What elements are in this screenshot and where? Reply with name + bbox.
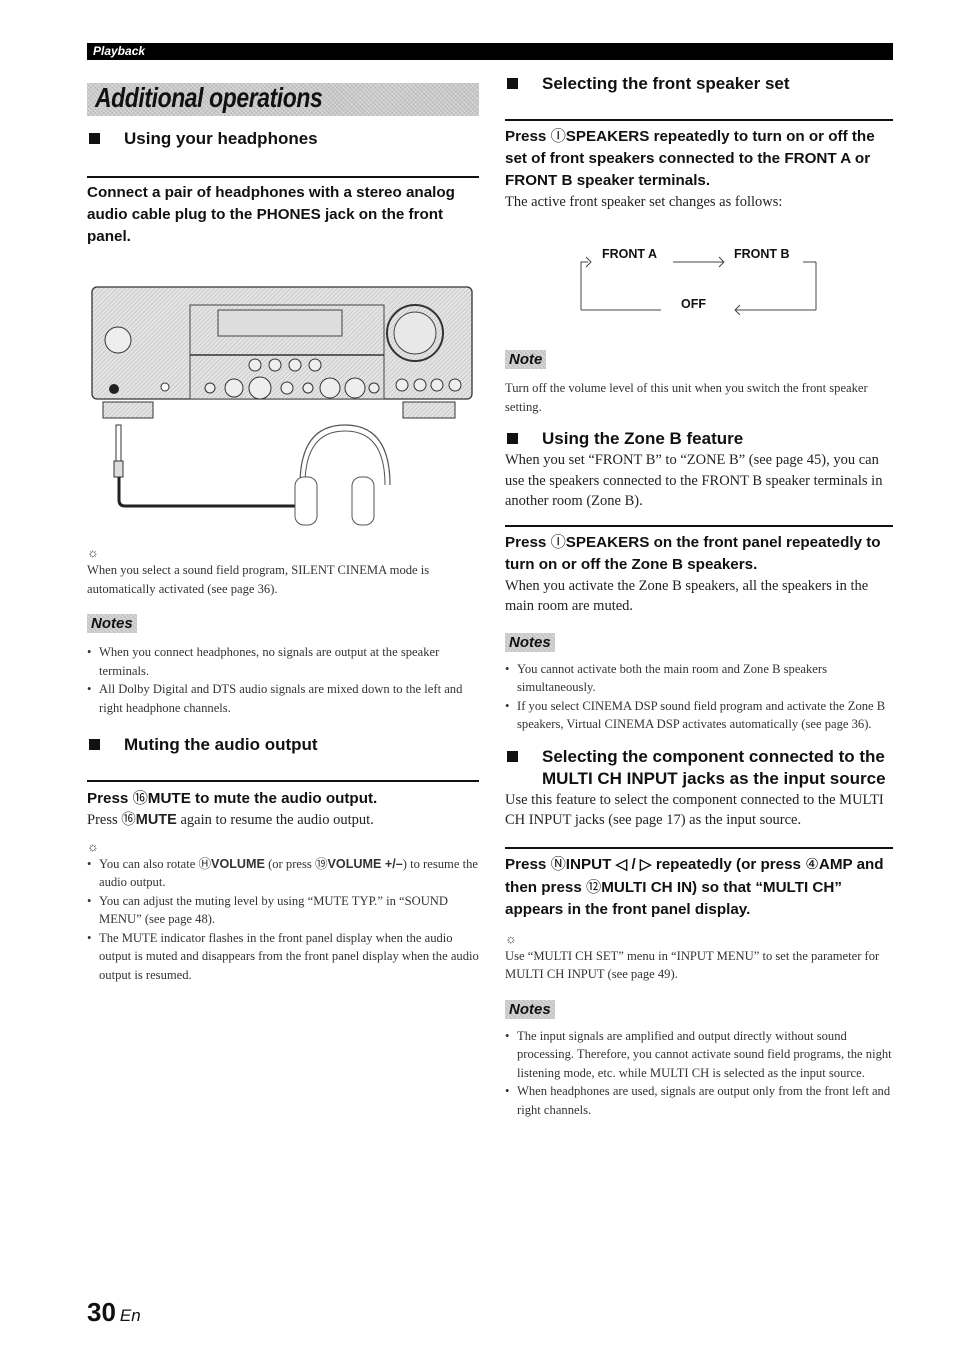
lightbulb-tip-icon: ☼ — [505, 930, 517, 946]
headphones — [294, 424, 391, 526]
multi-ch-tip: Use “MULTI CH SET” menu in “INPUT MENU” … — [505, 948, 880, 982]
notes-badge: Notes — [87, 614, 137, 633]
right-column: Selecting the front speaker set Press ⒾS… — [505, 73, 893, 213]
button-number-16-icon: ⑯ — [121, 812, 136, 828]
receiver-body — [91, 286, 473, 419]
note-item: If you select CINEMA DSP sound field pro… — [505, 697, 893, 734]
square-bullet-icon — [89, 133, 100, 144]
page-title: Additional operations — [95, 82, 323, 113]
divider — [505, 846, 893, 849]
notes-list-zone-b: You cannot activate both the main room a… — [505, 660, 893, 734]
note-item: You cannot activate both the main room a… — [505, 660, 893, 697]
right-column-mid: Note Turn off the volume level of this u… — [505, 350, 893, 1119]
notes-badge: Notes — [505, 632, 555, 652]
receiver-headphones-illustration — [91, 286, 473, 526]
mute-resume-text: Press ⑯MUTE again to resume the audio ou… — [87, 812, 374, 828]
divider — [87, 176, 479, 178]
heading-zone-b: Using the Zone B feature — [505, 428, 893, 450]
lightbulb-tip-icon: ☼ — [87, 545, 99, 560]
button-number-16-icon: ⑯ — [132, 789, 148, 807]
section-label: Playback — [93, 44, 146, 58]
flow-front-b: FRONT B — [734, 247, 790, 261]
headphone-cable — [113, 424, 300, 508]
note-badge: Note — [505, 350, 547, 369]
tip-item: The MUTE indicator flashes in the front … — [87, 929, 479, 985]
button-letter-i-icon: Ⓘ — [550, 532, 566, 551]
instruction-zone-b: Press ⒾSPEAKERS on the front panel repea… — [505, 532, 881, 573]
tip-item: You can adjust the muting level by using… — [87, 892, 479, 929]
divider — [505, 524, 893, 527]
tip-item: You can also rotate ⒽVOLUME (or press ⑲V… — [87, 855, 479, 892]
flow-front-a: FRONT A — [602, 247, 658, 261]
square-bullet-icon — [507, 750, 518, 762]
notes-list-multi-ch: The input signals are amplified and outp… — [505, 1027, 893, 1120]
instruction-multi-ch: Press ⓃINPUT ◁ / ▷ repeatedly (or press … — [505, 854, 884, 918]
instruction-speakers: Press ⒾSPEAKERS repeatedly to turn on or… — [505, 127, 875, 189]
left-column: Using your headphones Connect a pair of … — [87, 128, 479, 248]
front-speaker-body: The active front speaker set changes as … — [505, 194, 783, 210]
speaker-cycle-diagram: FRONT A FRONT B OFF — [578, 240, 823, 315]
divider — [87, 780, 479, 782]
divider — [505, 119, 893, 121]
flow-off: OFF — [681, 297, 706, 311]
square-bullet-icon — [89, 739, 100, 750]
page-number: 30 En — [87, 1297, 141, 1327]
left-column-lower: ☼ When you select a sound field program,… — [87, 545, 479, 984]
front-speaker-note: Turn off the volume level of this unit w… — [505, 381, 868, 414]
page-title-banner: Additional operations — [87, 82, 479, 116]
button-number-12-icon: ⑫ — [586, 877, 602, 896]
tip-silent-cinema: When you select a sound field program, S… — [87, 563, 430, 596]
note-item: When headphones are used, signals are ou… — [505, 1082, 893, 1119]
section-header-bar: Playback — [87, 43, 893, 60]
zone-b-body2: When you activate the Zone B speakers, a… — [505, 577, 869, 615]
button-letter-h-icon: Ⓗ — [198, 855, 212, 871]
heading-headphones: Using your headphones — [87, 128, 479, 150]
button-letter-i-icon: Ⓘ — [550, 127, 566, 145]
button-number-19-icon: ⑲ — [314, 855, 328, 871]
tips-list-muting: You can also rotate ⒽVOLUME (or press ⑲V… — [87, 855, 479, 985]
instruction-headphones: Connect a pair of headphones with a ster… — [87, 184, 455, 245]
notes-badge: Notes — [505, 999, 555, 1019]
notes-list-headphones: When you connect headphones, no signals … — [87, 643, 479, 717]
note-item: All Dolby Digital and DTS audio signals … — [87, 680, 479, 717]
heading-muting: Muting the audio output — [87, 734, 479, 756]
note-item: The input signals are amplified and outp… — [505, 1027, 893, 1083]
lightbulb-tip-icon: ☼ — [87, 838, 99, 854]
heading-front-speaker: Selecting the front speaker set — [505, 73, 893, 95]
button-number-4-icon: ④ — [805, 854, 819, 873]
multi-ch-body: Use this feature to select the component… — [505, 791, 884, 829]
button-letter-n-icon: Ⓝ — [550, 854, 566, 873]
instruction-mute: Press ⑯MUTE to mute the audio output. — [87, 789, 378, 807]
note-item: When you connect headphones, no signals … — [87, 643, 479, 680]
square-bullet-icon — [507, 433, 518, 444]
heading-multi-ch: Selecting the component connected to the… — [505, 746, 893, 790]
square-bullet-icon — [507, 78, 518, 89]
zone-b-body: When you set “FRONT B” to “ZONE B” (see … — [505, 452, 883, 509]
